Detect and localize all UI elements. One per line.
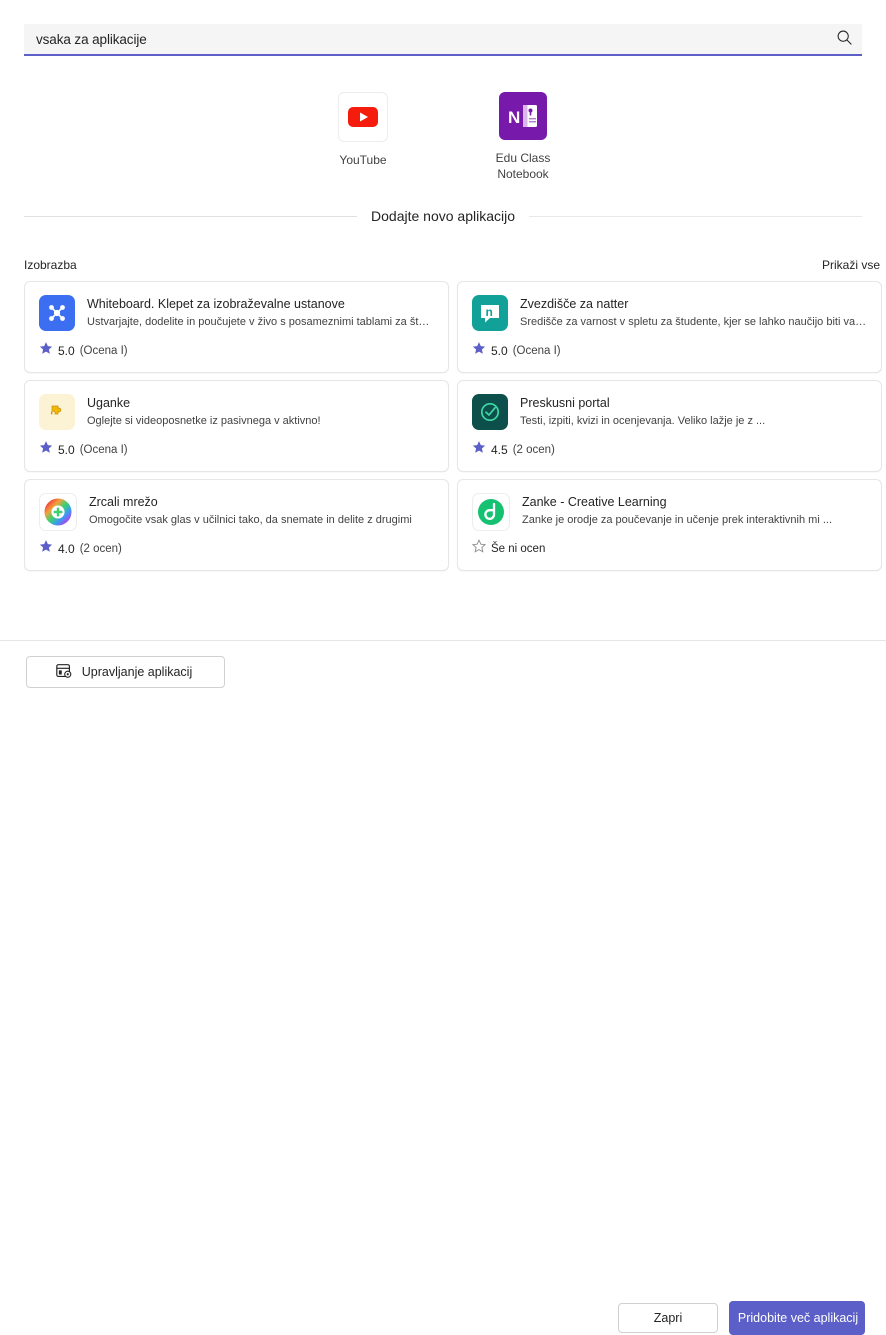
get-more-apps-button[interactable]: Pridobite več aplikacij [729,1301,865,1335]
rating-score: 5.0 [491,343,508,358]
app-card-rating: 4.5 (2 ocen) [472,440,555,459]
rating-score: 4.0 [58,541,75,556]
app-card-natter-hub[interactable]: n Zvezdišče za natter Središče za varnos… [457,281,882,373]
divider-line-left [24,215,358,217]
manage-apps-label: Upravljanje aplikacij [81,665,193,679]
pinned-app-label: YouTube [339,153,387,167]
whiteboard-chat-icon [39,295,75,331]
flipgrid-mirror-icon [39,493,77,531]
onenote-class-notebook-icon: N [499,92,547,140]
rating-count: (Ocena I) [79,344,128,357]
app-card-description: Središče za varnost v spletu za študente… [520,316,867,328]
app-card-title: Whiteboard. Klepet za izobraževalne usta… [87,297,345,311]
app-card-description: Oglejte si videoposnetke iz pasivnega v … [87,415,321,427]
search-bar[interactable] [24,24,862,56]
rating-count: (2 ocen) [79,542,122,555]
app-card-rating: 5.0 (Ocena I) [39,440,128,459]
add-new-app-label: Dodajte novo aplikacijo [371,208,515,224]
pinned-app-label: Edu Class Notebook [495,151,551,181]
search-icon [836,29,853,49]
close-button[interactable]: Zapri [618,1303,718,1333]
app-card-title: Preskusni portal [520,396,610,410]
app-card-rating: Še ni ocen [471,539,546,558]
app-card-description: Zanke je orodje za poučevanje in učenje … [522,514,833,526]
test-portal-check-icon [472,394,508,430]
divider-line-right [529,215,863,217]
star-filled-icon [472,341,486,360]
pinned-app-youtube[interactable]: YouTube [311,92,415,182]
footer-bar: Upravljanje aplikacij Zapri Pridobite ve… [0,640,886,1335]
rating-score: 5.0 [58,442,75,457]
manage-apps-icon [55,662,73,683]
natter-hub-icon: n [472,295,508,331]
rating-count: (Ocena I) [79,443,128,456]
app-card-description: Ustvarjajte, dodelite in poučujete v živ… [87,316,434,328]
youtube-icon [338,92,388,142]
pinned-app-edu-class-notebook[interactable]: N Edu Class Notebook [471,92,575,182]
app-card-whiteboard[interactable]: Whiteboard. Klepet za izobraževalne usta… [24,281,449,373]
no-rating-text: Še ni ocen [491,542,546,555]
svg-text:n: n [486,305,493,319]
zanke-loop-icon [472,493,510,531]
pinned-apps-row: YouTube N Edu Class Notebook [0,92,886,182]
app-card-preskusni-portal[interactable]: Preskusni portal Testi, izpiti, kvizi in… [457,380,882,472]
search-input[interactable] [24,24,826,54]
show-all-link[interactable]: Prikaži vse [822,258,880,272]
app-card-title: Zvezdišče za natter [520,297,629,311]
app-card-description: Testi, izpiti, kvizi in ocenjevanja. Vel… [520,415,766,427]
rating-score: 4.5 [491,442,508,457]
app-card-title: Zrcali mrežo [89,495,158,509]
app-card-rating: 5.0 (Ocena I) [472,341,561,360]
svg-text:N: N [508,108,520,127]
app-card-rating: 5.0 (Ocena I) [39,341,128,360]
uganke-puzzle-icon [39,394,75,430]
star-filled-icon [472,440,486,459]
search-button[interactable] [826,24,862,54]
star-filled-icon [39,440,53,459]
app-card-description: Omogočite vsak glas v učilnici tako, da … [89,514,412,526]
app-card-uganke[interactable]: Uganke Oglejte si videoposnetke iz pasiv… [24,380,449,472]
rating-score: 5.0 [58,343,75,358]
manage-apps-button[interactable]: Upravljanje aplikacij [26,656,225,688]
category-header: Izobrazba Prikaži vse [24,258,882,272]
rating-count: (Ocena I) [512,344,561,357]
add-new-app-divider: Dodajte novo aplikacijo [24,208,863,224]
app-card-zrcali-mrezo[interactable]: Zrcali mrežo Omogočite vsak glas v učiln… [24,479,449,571]
app-card-title: Uganke [87,396,131,410]
rating-count: (2 ocen) [512,443,555,456]
app-card-title: Zanke - Creative Learning [522,495,667,509]
app-card-grid: Whiteboard. Klepet za izobraževalne usta… [24,281,882,571]
star-outline-icon [471,539,487,558]
app-card-rating: 4.0 (2 ocen) [39,539,122,558]
category-title: Izobrazba [24,258,77,272]
star-filled-icon [39,539,53,558]
star-filled-icon [39,341,53,360]
app-card-zanke[interactable]: Zanke - Creative Learning Zanke je orodj… [457,479,882,571]
